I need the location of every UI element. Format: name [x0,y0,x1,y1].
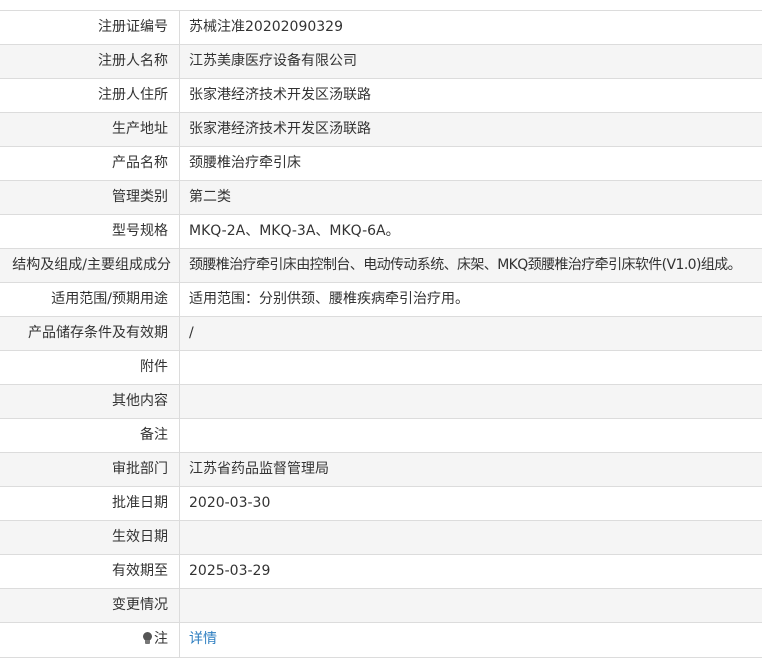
label-management-category: 管理类别 [0,181,180,214]
value-registrant-address: 张家港经济技术开发区汤联路 [189,87,371,103]
label-registrant-name: 注册人名称 [0,45,180,78]
note-label-text: 注 [154,631,168,647]
label-attachments: 附件 [0,351,180,384]
row-approval-date: 批准日期 2020-03-30 [0,486,762,520]
value-product-name: 颈腰椎治疗牵引床 [189,155,301,171]
value-registration-number: 苏械注准20202090329 [189,19,343,35]
value-note: 详情 [180,623,762,657]
label-production-address: 生产地址 [0,113,180,146]
label-storage-validity: 产品储存条件及有效期 [0,317,180,350]
value-structure-composition: 颈腰椎治疗牵引床由控制台、电动传动系统、床架、MKQ颈腰椎治疗牵引床软件(V1.… [189,257,742,273]
label-model-spec: 型号规格 [0,215,180,248]
row-storage-validity: 产品储存条件及有效期 / [0,316,762,350]
label-note: 注 [0,623,180,657]
label-change-history: 变更情况 [0,589,180,622]
label-structure-composition: 结构及组成/主要组成成分 [0,249,180,282]
row-attachments: 附件 [0,350,762,384]
row-change-history: 变更情况 [0,588,762,622]
row-valid-until: 有效期至 2025-03-29 [0,554,762,588]
label-intended-use: 适用范围/预期用途 [0,283,180,316]
value-other-content [180,385,762,418]
details-link[interactable]: 详情 [189,631,217,647]
value-intended-use: 适用范围：分别供颈、腰椎疾病牵引治疗用。 [189,291,469,307]
lightbulb-base [145,640,150,644]
value-approval-department: 江苏省药品监督管理局 [189,461,329,477]
label-effective-date: 生效日期 [0,521,180,554]
value-model-spec: MKQ-2A、MKQ-3A、MKQ-6A。 [189,223,400,239]
value-management-category: 第二类 [189,189,231,205]
lightbulb-icon [143,632,152,645]
row-management-category: 管理类别 第二类 [0,180,762,214]
label-approval-department: 审批部门 [0,453,180,486]
value-production-address: 张家港经济技术开发区汤联路 [189,121,371,137]
row-registrant-address: 注册人住所 张家港经济技术开发区汤联路 [0,78,762,112]
row-model-spec: 型号规格 MKQ-2A、MKQ-3A、MKQ-6A。 [0,214,762,248]
row-approval-department: 审批部门 江苏省药品监督管理局 [0,452,762,486]
label-valid-until: 有效期至 [0,555,180,588]
label-registrant-address: 注册人住所 [0,79,180,112]
value-change-history [180,589,762,622]
row-note: 注 详情 [0,622,762,658]
row-product-name: 产品名称 颈腰椎治疗牵引床 [0,146,762,180]
label-other-content: 其他内容 [0,385,180,418]
value-approval-date: 2020-03-30 [189,495,271,511]
value-registrant-name: 江苏美康医疗设备有限公司 [189,53,357,69]
label-remarks: 备注 [0,419,180,452]
row-registration-number: 注册证编号 苏械注准20202090329 [0,10,762,44]
row-registrant-name: 注册人名称 江苏美康医疗设备有限公司 [0,44,762,78]
value-effective-date [180,521,762,554]
label-registration-number: 注册证编号 [0,11,180,44]
value-valid-until: 2025-03-29 [189,563,271,579]
value-storage-validity: / [189,325,194,341]
row-effective-date: 生效日期 [0,520,762,554]
label-approval-date: 批准日期 [0,487,180,520]
row-other-content: 其他内容 [0,384,762,418]
label-product-name: 产品名称 [0,147,180,180]
value-attachments [180,351,762,384]
registration-detail-table: 注册证编号 苏械注准20202090329 注册人名称 江苏美康医疗设备有限公司… [0,0,762,658]
row-remarks: 备注 [0,418,762,452]
row-production-address: 生产地址 张家港经济技术开发区汤联路 [0,112,762,146]
row-structure-composition: 结构及组成/主要组成成分 颈腰椎治疗牵引床由控制台、电动传动系统、床架、MKQ颈… [0,248,762,282]
value-remarks [180,419,762,452]
row-intended-use: 适用范围/预期用途 适用范围：分别供颈、腰椎疾病牵引治疗用。 [0,282,762,316]
